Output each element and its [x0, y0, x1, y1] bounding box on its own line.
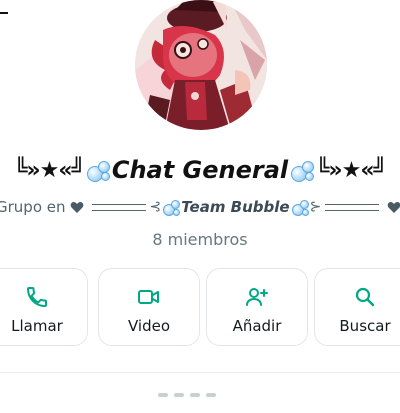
group-name: Chat General: [111, 156, 289, 184]
divider-line: [325, 203, 380, 211]
group-title: ╚»★«╝ Chat General ╚»★«╝: [0, 152, 400, 188]
bubbles-icon: [162, 199, 181, 216]
video-button[interactable]: Video: [98, 268, 200, 346]
group-subtitle: Grupo en ⊰ Team Bubble ⊱: [0, 196, 400, 218]
squiggle-right: ⊱: [309, 199, 322, 215]
members-count[interactable]: 8 miembros: [0, 230, 400, 249]
add-user-icon: [246, 288, 268, 306]
search-label: Buscar: [339, 317, 391, 335]
phone-icon: [27, 287, 47, 307]
search-button[interactable]: Buscar: [314, 268, 400, 346]
back-arrow-icon[interactable]: [0, 12, 8, 14]
add-member-label: Añadir: [232, 317, 282, 335]
video-icon: [138, 290, 159, 304]
description-peek: [158, 393, 216, 397]
team-name: Team Bubble: [181, 198, 290, 216]
search-icon: [355, 287, 375, 307]
group-avatar[interactable]: [135, 0, 267, 130]
heart-icon: [387, 201, 400, 213]
title-deco-left: ╚»★«╝: [14, 157, 85, 183]
bubbles-icon: [85, 158, 111, 182]
video-label: Video: [127, 317, 171, 335]
group-avatar-image: [135, 0, 267, 130]
bubbles-icon: [291, 199, 309, 216]
call-button[interactable]: Llamar: [0, 268, 88, 346]
heart-icon: [70, 201, 83, 213]
title-deco-right: ╚»★«╝: [316, 157, 387, 183]
divider-line: [91, 203, 146, 211]
add-member-button[interactable]: Añadir: [206, 268, 308, 346]
call-label: Llamar: [11, 317, 63, 335]
subtitle-prefix: Grupo en: [0, 198, 66, 216]
squiggle-left: ⊰: [149, 199, 162, 215]
bubbles-icon: [289, 158, 315, 182]
description-card[interactable]: [0, 372, 400, 413]
